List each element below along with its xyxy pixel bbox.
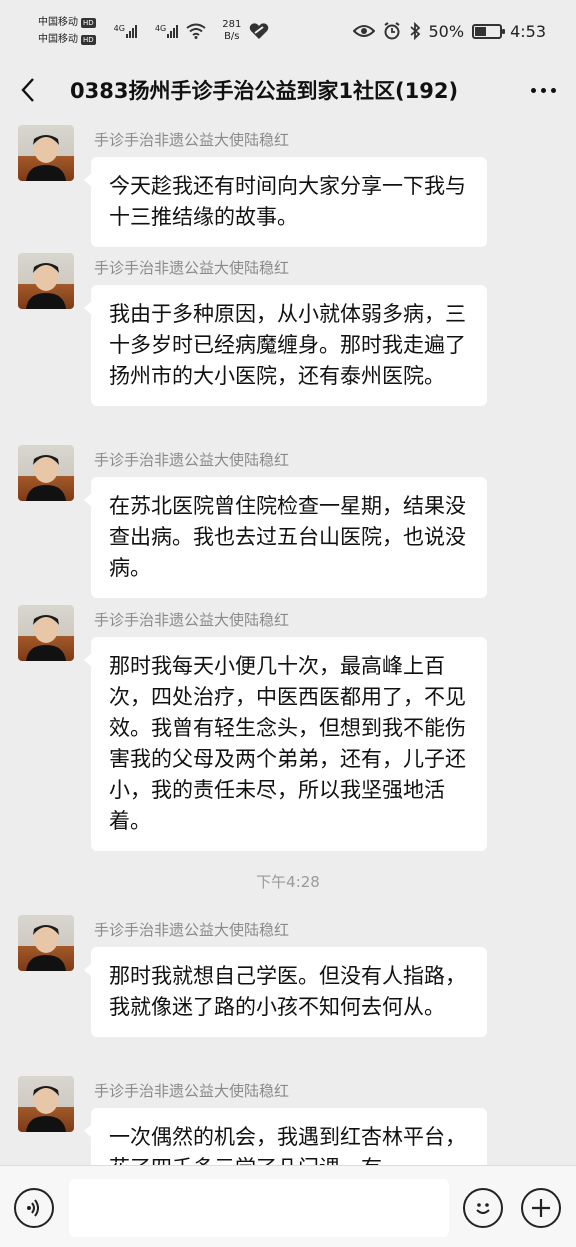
more-dot-1 [530, 87, 536, 93]
carrier-row-1: 中国移动 HD [38, 14, 96, 31]
avatar[interactable] [18, 253, 74, 309]
input-bar [0, 1165, 576, 1247]
message-bubble[interactable]: 我由于多种原因，从小就体弱多病，三十多岁时已经病魔缠身。那时我走遍了扬州市的大小… [84, 285, 487, 406]
message-bubble[interactable]: 在苏北医院曾住院检查一星期，结果没查出病。我也去过五台山医院，也说没病。 [84, 477, 487, 598]
plus-icon [532, 1199, 550, 1217]
emoji-icon [476, 1203, 490, 1214]
status-right: 50% 4:53 [352, 21, 546, 41]
back-button[interactable] [0, 62, 56, 118]
time-divider: 下午4:28 [256, 873, 320, 891]
carrier-2: 中国移动 [38, 34, 78, 45]
signal-icon-2: 4G [151, 24, 179, 38]
battery-icon [472, 23, 506, 39]
clock: 4:53 [510, 21, 546, 41]
signal-label-1: 4G [113, 24, 125, 33]
avatar[interactable] [18, 1076, 74, 1132]
eye-icon [352, 25, 375, 37]
more-dot-3 [550, 87, 556, 93]
sender-name: 手诊手治非遗公益大使陆稳红 [94, 451, 290, 469]
heart-link-icon [250, 23, 269, 39]
message-bubble[interactable]: 那时我每天小便几十次，最高峰上百次，四处治疗，中医西医都用了，不见效。我曾有轻生… [84, 637, 487, 851]
hd-badge-1: HD [81, 17, 96, 28]
message-bubble[interactable]: 一次偶然的机会，我遇到红杏林平台，花了四千多元学了几门课，有 [84, 1108, 487, 1165]
plus-button[interactable] [521, 1188, 561, 1228]
message-list[interactable]: 手诊手治非遗公益大使陆稳红 今天趁我还有时间向大家分享一下我与十三推结缘的故事。… [0, 118, 576, 1165]
voice-button[interactable] [14, 1188, 54, 1228]
carrier-info: 中国移动 HD 中国移动 HD [38, 14, 96, 48]
carrier-1: 中国移动 [38, 17, 78, 28]
avatar[interactable] [18, 125, 74, 181]
alarm-icon [383, 22, 400, 40]
bluetooth-icon [409, 22, 420, 40]
wifi-icon [186, 23, 206, 39]
more-dot-2 [540, 87, 546, 93]
chevron-left-icon [21, 78, 34, 102]
message-bubble[interactable]: 今天趁我还有时间向大家分享一下我与十三推结缘的故事。 [84, 157, 487, 247]
avatar[interactable] [18, 605, 74, 661]
more-button[interactable] [510, 62, 576, 118]
sender-name: 手诊手治非遗公益大使陆稳红 [94, 259, 290, 277]
sender-name: 手诊手治非遗公益大使陆稳红 [94, 611, 290, 629]
avatar[interactable] [18, 915, 74, 971]
chat-title: 0383扬州手诊手治公益到家1社区(192) [70, 79, 459, 103]
net-speed-value: 281 [222, 19, 242, 30]
sender-name: 手诊手治非遗公益大使陆稳红 [94, 921, 290, 939]
signal-icon: 4G [110, 24, 137, 38]
battery-percent: 50% [428, 21, 465, 41]
message-input[interactable] [69, 1179, 449, 1237]
sender-name: 手诊手治非遗公益大使陆稳红 [94, 131, 290, 149]
sender-name: 手诊手治非遗公益大使陆稳红 [94, 1082, 290, 1100]
status-bar: 中国移动 HD 中国移动 HD 4G 4G 281 B/s 50% 4:53 [0, 0, 576, 62]
chat-header: 0383扬州手诊手治公益到家1社区(192) [0, 62, 576, 118]
carrier-row-2: 中国移动 HD [38, 31, 96, 48]
hd-badge-2: HD [81, 34, 96, 45]
emoji-button[interactable] [463, 1188, 503, 1228]
net-speed: 281 B/s [222, 19, 241, 43]
net-speed-unit: B/s [224, 31, 240, 42]
voice-icon [27, 1199, 39, 1217]
message-bubble[interactable]: 那时我就想自己学医。但没有人指路，我就像迷了路的小孩不知何去何从。 [84, 947, 487, 1037]
signal-label-2: 4G [154, 24, 167, 33]
avatar[interactable] [18, 445, 74, 501]
status-left: 中国移动 HD 中国移动 HD 4G 4G 281 B/s [38, 14, 269, 48]
